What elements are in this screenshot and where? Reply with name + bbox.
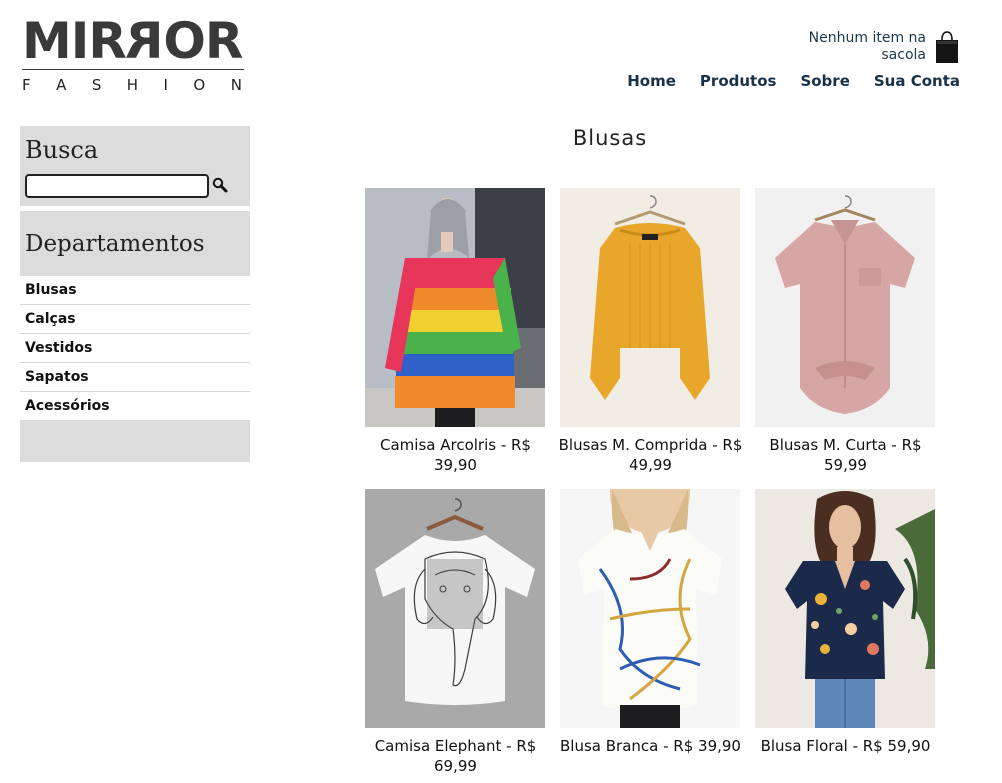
department-acessorios[interactable]: Acessórios <box>20 392 250 421</box>
search-input[interactable] <box>25 174 209 198</box>
product-card[interactable]: Blusas M. Curta - R$ 59,99 <box>748 188 943 481</box>
logo-part-1: MIR <box>22 12 127 70</box>
department-calcas[interactable]: Calças <box>20 305 250 334</box>
cart-status: Nenhum item na sacola <box>808 30 926 63</box>
nav-produtos[interactable]: Produtos <box>700 72 777 90</box>
logo-letter: F <box>22 76 31 94</box>
search-title: Busca <box>25 136 99 164</box>
departments-header: Departamentos <box>20 211 250 276</box>
logo-reversed-r: R <box>125 12 164 70</box>
departments-list: Blusas Calças Vestidos Sapatos Acessório… <box>20 276 250 421</box>
logo-letter: S <box>91 76 102 94</box>
department-sapatos[interactable]: Sapatos <box>20 363 250 392</box>
product-image-mustard-sweater[interactable] <box>560 188 740 427</box>
logo-wordmark: MIRROR <box>22 12 244 70</box>
product-name[interactable]: Blusa Branca - R$ 39,90 <box>553 736 748 782</box>
department-blusas[interactable]: Blusas <box>20 276 250 305</box>
nav-sua-conta[interactable]: Sua Conta <box>874 72 960 90</box>
product-grid: Camisa Arcolris - R$ 39,90 Blusas M. Com… <box>358 188 948 782</box>
search-panel: Busca <box>20 126 250 206</box>
brand-logo[interactable]: MIRROR F A S H I O N <box>22 12 244 94</box>
product-name[interactable]: Blusas M. Curta - R$ 59,99 <box>748 435 943 481</box>
product-card[interactable]: Camisa Arcolris - R$ 39,90 <box>358 188 553 481</box>
product-name[interactable]: Blusa Floral - R$ 59,90 <box>748 736 943 782</box>
product-card[interactable]: Blusa Floral - R$ 59,90 <box>748 489 943 782</box>
main-nav: Home Produtos Sobre Sua Conta <box>627 72 960 90</box>
departments-title: Departamentos <box>25 231 205 257</box>
sidebar-footer <box>20 421 250 462</box>
product-name[interactable]: Blusas M. Comprida - R$ 49,99 <box>553 435 748 481</box>
cart[interactable]: Nenhum item na sacola <box>806 30 960 64</box>
product-image-floral-blouse[interactable] <box>755 489 935 728</box>
product-image-pink-shirt[interactable] <box>755 188 935 427</box>
product-card[interactable]: Blusas M. Comprida - R$ 49,99 <box>553 188 748 481</box>
logo-letter: O <box>193 76 206 94</box>
product-image-rainbow-cardigan[interactable] <box>365 188 545 427</box>
nav-sobre[interactable]: Sobre <box>800 72 849 90</box>
department-vestidos[interactable]: Vestidos <box>20 334 250 363</box>
product-card[interactable]: Camisa Elephant - R$ 69,99 <box>358 489 553 782</box>
logo-subtitle: F A S H I O N <box>22 76 244 94</box>
product-image-chain-print-blouse[interactable] <box>560 489 740 728</box>
product-card[interactable]: Blusa Branca - R$ 39,90 <box>553 489 748 782</box>
shopping-bag-icon[interactable] <box>934 30 960 64</box>
product-image-elephant-tee[interactable] <box>365 489 545 728</box>
product-name[interactable]: Camisa Arcolris - R$ 39,90 <box>358 435 553 481</box>
search-icon[interactable] <box>212 177 228 193</box>
nav-home[interactable]: Home <box>627 72 676 90</box>
logo-letter: N <box>230 76 242 94</box>
page-title: Blusas <box>572 126 648 150</box>
logo-letter: I <box>163 76 168 94</box>
logo-letter: H <box>126 76 139 94</box>
logo-letter: A <box>56 76 67 94</box>
sidebar: Busca Departamentos Blusas Calças Vestid… <box>20 126 250 462</box>
product-name[interactable]: Camisa Elephant - R$ 69,99 <box>358 736 553 782</box>
logo-part-2: OR <box>163 12 243 70</box>
